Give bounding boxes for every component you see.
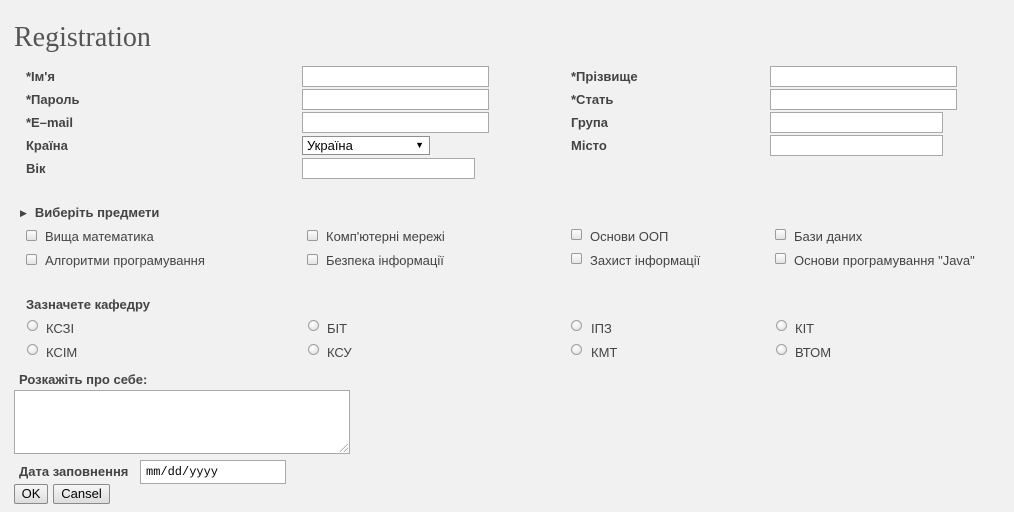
- about-textarea[interactable]: [14, 390, 350, 454]
- department-radio[interactable]: [571, 344, 582, 355]
- department-label: КІТ: [795, 321, 815, 336]
- subject-label: Вища математика: [45, 229, 154, 244]
- subject-label: Основи програмування "Java": [794, 253, 975, 268]
- city-label: Місто: [571, 138, 607, 153]
- department-radio[interactable]: [308, 344, 319, 355]
- department-radio[interactable]: [571, 320, 582, 331]
- department-heading: Зазначете кафедру: [26, 297, 150, 312]
- country-label: Країна: [26, 138, 68, 153]
- subject-checkbox[interactable]: [571, 253, 582, 264]
- subject-checkbox[interactable]: [775, 253, 786, 264]
- about-label: Розкажіть про себе:: [19, 372, 148, 387]
- subject-checkbox[interactable]: [571, 229, 582, 240]
- group-label: Група: [571, 115, 608, 130]
- date-label: Дата заповнення: [19, 464, 129, 479]
- subjects-toggle[interactable]: ▶ Виберіть предмети: [20, 205, 159, 221]
- subject-checkbox[interactable]: [775, 229, 786, 240]
- resize-grip-icon[interactable]: [340, 444, 348, 452]
- age-input[interactable]: [302, 158, 475, 179]
- surname-input[interactable]: [770, 66, 957, 87]
- group-input[interactable]: [770, 112, 943, 133]
- gender-input[interactable]: [770, 89, 957, 110]
- email-label: *E–mail: [26, 115, 73, 130]
- page-title: Registration: [14, 22, 151, 53]
- department-radio[interactable]: [27, 320, 38, 331]
- subject-label: Основи ООП: [590, 229, 669, 244]
- department-label: ІПЗ: [591, 321, 612, 336]
- subjects-heading: Виберіть предмети: [34, 205, 160, 220]
- cancel-button[interactable]: Cansel: [53, 484, 110, 504]
- chevron-down-icon: ▼: [415, 140, 424, 150]
- country-select[interactable]: Україна ▼: [302, 136, 430, 155]
- department-radio[interactable]: [776, 344, 787, 355]
- subject-label: Алгоритми програмування: [45, 253, 205, 268]
- ok-button[interactable]: OK: [14, 484, 48, 504]
- department-label: КМТ: [591, 345, 618, 360]
- subject-label: Бази даних: [794, 229, 863, 244]
- triangle-right-icon: ▶: [20, 208, 27, 218]
- subject-label: Захист інформації: [590, 253, 701, 268]
- country-select-value: Україна: [307, 138, 353, 153]
- department-radio[interactable]: [27, 344, 38, 355]
- department-label: КСЗІ: [46, 321, 75, 336]
- subject-checkbox[interactable]: [307, 254, 318, 265]
- date-placeholder: mm/dd/yyyy: [146, 465, 219, 479]
- gender-label: *Стать: [571, 92, 614, 107]
- password-label: *Пароль: [26, 92, 80, 107]
- subject-checkbox[interactable]: [26, 254, 37, 265]
- name-label: *Ім'я: [26, 69, 55, 84]
- name-input[interactable]: [302, 66, 489, 87]
- subject-label: Безпека інформації: [326, 253, 444, 268]
- department-label: ВТОМ: [795, 345, 832, 360]
- subject-checkbox[interactable]: [307, 230, 318, 241]
- password-input[interactable]: [302, 89, 489, 110]
- department-label: КСУ: [327, 345, 352, 360]
- age-label: Вік: [26, 161, 46, 176]
- department-radio[interactable]: [776, 320, 787, 331]
- subject-checkbox[interactable]: [26, 230, 37, 241]
- department-radio[interactable]: [308, 320, 319, 331]
- email-input[interactable]: [302, 112, 489, 133]
- surname-label: *Прізвище: [571, 69, 638, 84]
- date-input[interactable]: mm/dd/yyyy: [140, 460, 286, 484]
- subject-label: Комп'ютерні мережі: [326, 229, 445, 244]
- department-label: КСІМ: [46, 345, 78, 360]
- department-label: БІТ: [327, 321, 348, 336]
- city-input[interactable]: [770, 135, 943, 156]
